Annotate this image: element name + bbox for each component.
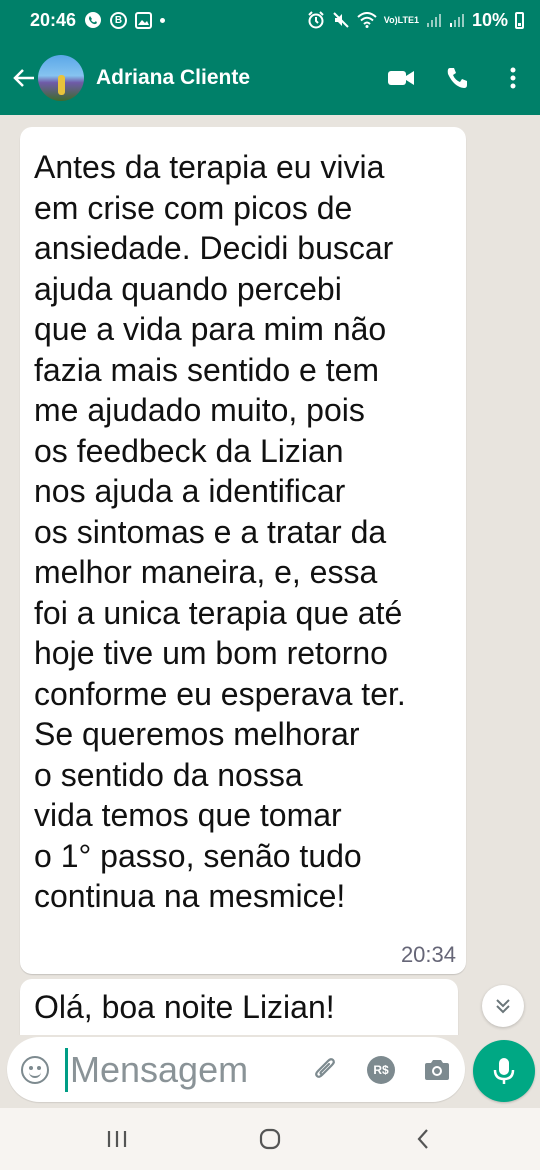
text-cursor <box>65 1047 68 1092</box>
emoji-icon[interactable] <box>21 1055 49 1084</box>
message-text: Antes da terapia eu vivia em crise com p… <box>34 149 406 914</box>
status-left: 20:46 B <box>30 9 166 31</box>
chat-header: Adriana Cliente <box>0 40 540 115</box>
incoming-message[interactable]: Antes da terapia eu vivia em crise com p… <box>20 127 466 974</box>
battery-percent: 10% <box>471 9 508 30</box>
alarm-icon <box>307 11 325 29</box>
double-chevron-down-icon <box>496 999 510 1014</box>
recent-apps-button[interactable] <box>92 1119 142 1159</box>
message-text: Olá, boa noite Lizian! <box>34 989 335 1025</box>
battery-icon <box>515 11 524 29</box>
avatar[interactable] <box>38 54 84 101</box>
status-time: 20:46 <box>30 9 77 30</box>
mute-icon <box>332 11 350 29</box>
payment-icon[interactable]: R$ <box>367 1055 395 1084</box>
message-composer: R$ <box>7 1037 465 1102</box>
microphone-button[interactable] <box>473 1040 535 1102</box>
back-arrow-icon[interactable] <box>10 64 38 92</box>
more-notifications-dot <box>160 17 166 23</box>
home-button[interactable] <box>245 1119 295 1159</box>
message-time: 20:34 <box>400 942 456 967</box>
camera-icon[interactable] <box>423 1058 451 1082</box>
system-navigation-bar <box>0 1108 540 1170</box>
wifi-icon <box>357 12 377 28</box>
gallery-icon <box>135 11 153 29</box>
incoming-message[interactable]: Olá, boa noite Lizian! <box>20 979 458 1035</box>
video-call-icon[interactable] <box>386 63 416 93</box>
status-right: Vo) LTE1 10% <box>307 10 524 31</box>
header-actions <box>386 63 528 93</box>
more-options-icon[interactable] <box>498 63 528 93</box>
contact-name[interactable]: Adriana Cliente <box>96 66 250 90</box>
chevron-left-icon <box>417 1129 429 1149</box>
scroll-to-bottom-button[interactable] <box>482 985 524 1027</box>
chat-area[interactable]: Antes da terapia eu vivia em crise com p… <box>0 115 540 1035</box>
volte-indicator: Vo) LTE1 <box>383 14 419 25</box>
attach-icon[interactable] <box>311 1056 339 1084</box>
home-icon <box>259 1128 281 1150</box>
signal-icon-2 <box>449 12 465 28</box>
back-button[interactable] <box>398 1119 448 1159</box>
microphone-icon <box>493 1058 515 1084</box>
b-badge-icon: B <box>110 11 128 29</box>
voice-call-icon[interactable] <box>442 63 472 93</box>
recent-apps-icon <box>107 1131 126 1147</box>
whatsapp-notification-icon <box>84 11 102 29</box>
signal-icon <box>426 12 442 28</box>
message-input[interactable] <box>70 1048 290 1091</box>
composer-actions: R$ <box>311 1055 451 1084</box>
status-bar: 20:46 B Vo) LTE1 10% <box>0 0 540 40</box>
